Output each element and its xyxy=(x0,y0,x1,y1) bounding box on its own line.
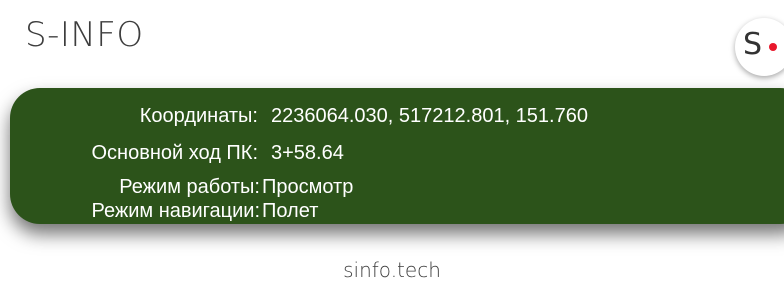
main-course-label: Основной ход ПК: xyxy=(91,142,258,164)
logo-dot-icon xyxy=(769,43,777,51)
logo-icon: S xyxy=(743,27,763,62)
work-mode-label: Режим работы: xyxy=(119,176,260,198)
navigation-mode-value: Полет xyxy=(262,200,319,222)
navigation-mode-label: Режим навигации: xyxy=(91,200,260,222)
work-mode-value: Просмотр xyxy=(262,176,354,198)
app-title: S-INFO xyxy=(25,15,144,55)
main-course-value: 3+58.64 xyxy=(271,142,344,164)
coordinates-value: 2236064.030, 517212.801, 151.760 xyxy=(271,105,588,127)
footer-site-link[interactable]: sinfo.tech xyxy=(0,255,784,285)
logo-button[interactable]: S xyxy=(735,18,784,76)
coordinates-label: Координаты: xyxy=(139,105,258,127)
info-panel: Координаты: 2236064.030, 517212.801, 151… xyxy=(10,88,784,224)
